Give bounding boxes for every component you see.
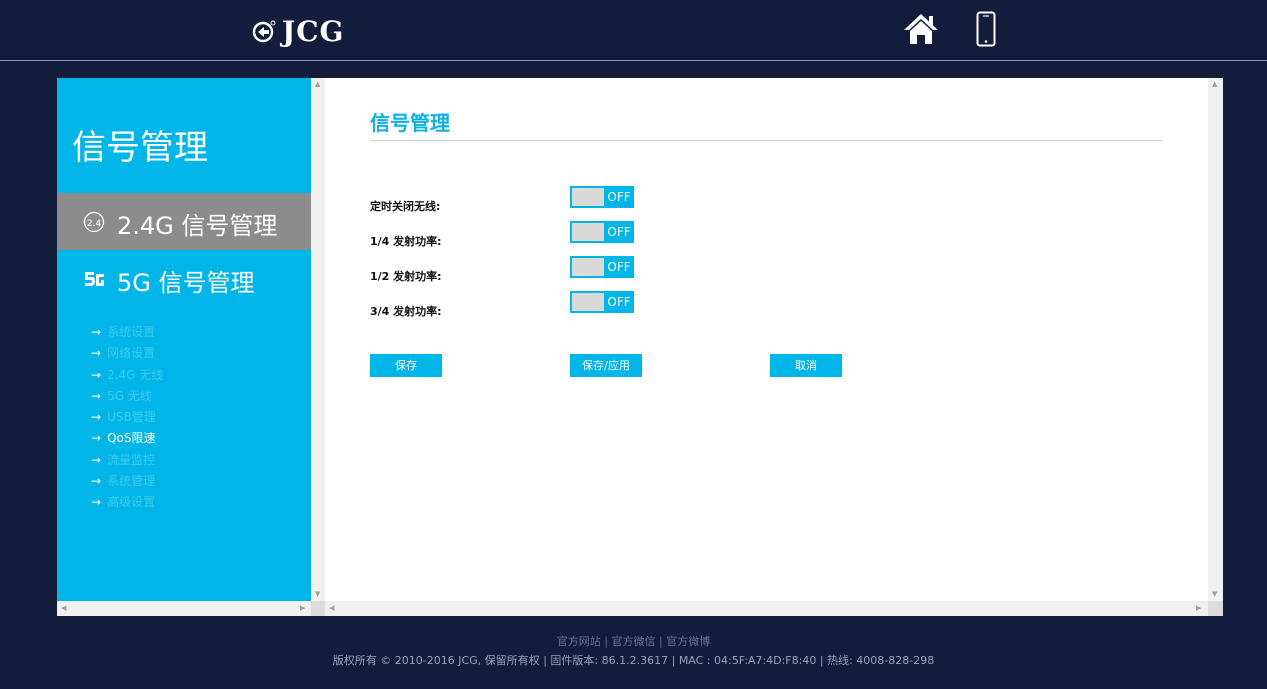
scroll-right-icon[interactable]: ▶ [300,604,305,612]
scroll-down-icon[interactable]: ▼ [315,590,320,598]
content-vertical-scrollbar[interactable]: ▲ ▼ [1208,78,1223,601]
scroll-down-icon[interactable]: ▼ [1212,590,1217,598]
label-half-power: 1/2 发射功率: [370,270,442,283]
toggle-state: OFF [607,190,631,204]
toggle-knob [572,188,604,206]
page-title: 信号管理 [370,111,450,135]
footer-link-official-site[interactable]: 官方网站 [557,635,601,648]
footer-hotline-value: : 4008-828-298 [849,654,935,667]
scroll-up-icon[interactable]: ▲ [315,80,320,88]
arrow-right-icon: → [91,346,102,361]
footer-hotline-label: 热线 [827,654,850,667]
menu-item-24g-wireless[interactable]: → 2.4G 无线 [91,365,163,386]
content-horizontal-scrollbar[interactable]: ◀ ▶ [325,601,1208,616]
footer-separator: | [659,635,663,648]
sidebar-title: 信号管理 [72,128,208,168]
arrow-right-icon: → [91,452,102,467]
arrow-right-icon: → [91,431,102,446]
toggle-scheduled-wireless-off[interactable]: OFF [570,186,634,208]
footer-firmware-value: : 86.1.2.3617 [594,654,669,667]
toggle-state: OFF [607,225,631,239]
jcg-logo[interactable]: JCG [252,14,344,48]
footer-firmware-label: 固件版本 [550,654,595,667]
save-button[interactable]: 保存 [370,354,442,377]
cancel-button[interactable]: 取消 [770,354,842,377]
scrollbar-corner [1208,601,1223,616]
scroll-right-icon[interactable]: ▶ [1196,604,1201,612]
menu-item-5g-wireless[interactable]: → 5G 无线 [91,386,163,407]
footer-mac: MAC : 04:5F:A7:4D:F8:40 [678,654,817,667]
sidebar-vertical-scrollbar[interactable]: ▲ ▼ [311,78,325,601]
scrollbar-corner [311,601,325,616]
logo-text: JCG [282,14,345,48]
footer-separator: | [819,654,824,667]
menu-item-system-settings[interactable]: → 系统设置 [91,322,163,343]
menu-item-traffic-monitor[interactable]: → 流量监控 [91,450,163,471]
jcg-compass-mark-icon [252,20,276,43]
footer-link-wechat[interactable]: 官方微信 [612,635,656,648]
footer-separator: | [543,654,547,667]
footer-separator: | [604,635,608,648]
sidebar-item-label: 2.4G 信号管理 [117,212,278,240]
menu-item-advanced-settings[interactable]: → 高级设置 [91,492,163,513]
menu-item-network-settings[interactable]: → 网络设置 [91,343,163,364]
toggle-half-power[interactable]: OFF [570,256,634,278]
svg-text:2.4: 2.4 [87,219,102,229]
menu-item-system-management[interactable]: → 系统管理 [91,471,163,492]
toggle-quarter-power[interactable]: OFF [570,221,634,243]
scroll-left-icon[interactable]: ◀ [329,604,334,612]
header-divider [0,60,1267,61]
sidebar-menu: → 系统设置 → 网络设置 → 2.4G 无线 → 5G 无线 → USB管理 → QoS限… [91,322,163,514]
footer-separator: | [671,654,676,667]
toggle-knob [572,258,604,276]
title-divider [370,140,1163,141]
save-apply-button[interactable]: 保存/应用 [570,354,642,377]
toggle-knob [572,223,604,241]
wifi-24-icon: 2.4 [83,211,105,233]
footer-info: 版权所有 © 2010-2016 JCG, 保留所有权 | 固件版本: 86.1… [0,652,1267,668]
arrow-right-icon: → [91,367,102,382]
wifi-5g-icon [85,272,104,286]
label-quarter-power: 1/4 发射功率: [370,235,442,248]
arrow-right-icon: → [91,410,102,425]
arrow-right-icon: → [91,325,102,339]
footer-copyright-prefix: 版权所有 [332,654,377,667]
label-three-quarter-power: 3/4 发射功率: [370,305,442,318]
sidebar-item-24g-signal[interactable]: 2.4 2.4G 信号管理 [57,193,313,250]
label-scheduled-wireless-off: 定时关闭无线: [370,200,441,213]
sidebar-item-label: 5G 信号管理 [117,269,255,297]
toggle-three-quarter-power[interactable]: OFF [570,291,634,313]
footer-link-weibo[interactable]: 官方微博 [666,635,710,648]
scroll-left-icon[interactable]: ◀ [61,604,66,612]
footer-rights: 保留所有权 [484,654,540,667]
arrow-right-icon: → [91,388,102,403]
phone-icon[interactable] [976,11,996,47]
menu-item-qos[interactable]: → QoS限速 [91,428,163,449]
footer-copyright: © 2010-2016 JCG, [380,654,482,667]
main-content [325,78,1223,616]
sidebar-horizontal-scrollbar[interactable]: ◀ ▶ [57,601,311,616]
footer-links: 官方网站 | 官方微信 | 官方微博 [0,633,1267,649]
toggle-state: OFF [607,260,631,274]
top-header: JCG [0,0,1267,60]
sidebar-item-5g-signal[interactable]: 5G 信号管理 [57,250,313,307]
home-icon[interactable] [902,12,940,46]
toggle-state: OFF [607,295,631,309]
sidebar: 信号管理 2.4 2.4G 信号管理 5G 信号管理 → 系统设置 → 网络设置 →… [57,78,325,616]
toggle-knob [572,293,604,311]
scroll-up-icon[interactable]: ▲ [1212,80,1217,88]
menu-item-usb[interactable]: → USB管理 [91,407,163,428]
arrow-right-icon: → [91,474,102,489]
arrow-right-icon: → [91,495,102,510]
